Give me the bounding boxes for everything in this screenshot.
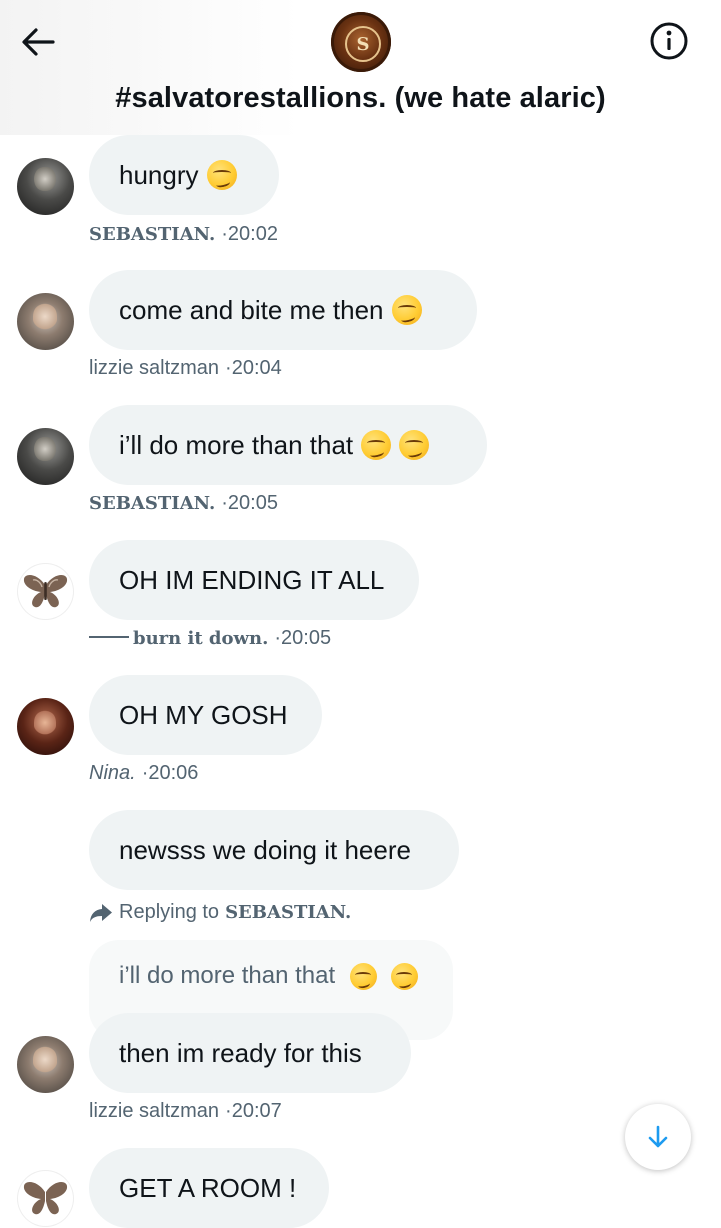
smirk-emoji-icon xyxy=(349,963,377,991)
info-circle-icon xyxy=(650,22,688,60)
scroll-to-bottom-button[interactable] xyxy=(625,1104,691,1170)
message-bubble[interactable]: then im ready for this xyxy=(89,1013,411,1093)
author-name[interactable]: burn it down. xyxy=(133,628,268,649)
author-name[interactable]: lizzie saltzman xyxy=(89,1100,219,1123)
info-button[interactable] xyxy=(648,20,690,62)
reply-arrow-icon xyxy=(90,903,112,922)
message-meta: lizzie saltzman ·20:07 xyxy=(89,1100,282,1123)
group-title: #salvatorestallions. (we hate alaric) xyxy=(115,82,606,114)
message-bubble[interactable]: OH IM ENDING IT ALL xyxy=(89,540,419,620)
smirk-emoji-icon xyxy=(206,160,237,190)
message-time: ·20:04 xyxy=(225,357,282,379)
smirk-emoji-icon xyxy=(361,430,392,460)
message-time: ·20:05 xyxy=(274,627,332,649)
message-text: hungry xyxy=(119,159,199,190)
replying-to-prefix: Replying to xyxy=(119,901,220,923)
avatar-sebastian[interactable] xyxy=(17,428,74,485)
message-text: then im ready for this xyxy=(119,1037,362,1068)
smirk-emoji-icon xyxy=(391,963,419,991)
message-text: newsss we doing it heere xyxy=(119,834,411,865)
message-meta: burn it down. ·20:05 xyxy=(89,627,331,650)
quoted-message-text: i’ll do more than that xyxy=(119,962,336,989)
message-bubble[interactable]: newsss we doing it heere xyxy=(89,810,459,890)
back-button[interactable] xyxy=(18,22,58,62)
message-bubble[interactable]: GET A ROOM ! xyxy=(89,1148,329,1228)
message-text: come and bite me then xyxy=(119,294,384,325)
group-avatar-letter: S xyxy=(345,26,381,62)
group-avatar[interactable]: S xyxy=(331,12,391,72)
message-meta: Nina. ·20:06 xyxy=(89,762,198,785)
moth-icon xyxy=(23,575,68,608)
message-bubble[interactable]: i’ll do more than that xyxy=(89,405,487,485)
message-time: ·20:02 xyxy=(221,223,278,245)
avatar-nina[interactable] xyxy=(17,698,74,755)
message-bubble[interactable]: come and bite me then xyxy=(89,270,477,350)
moth-icon xyxy=(23,1182,68,1215)
avatar-lizzie[interactable] xyxy=(17,1036,74,1093)
avatar-burn-it-down[interactable] xyxy=(17,1170,74,1227)
smirk-emoji-icon xyxy=(399,430,430,460)
avatar-burn-it-down[interactable] xyxy=(17,563,74,620)
author-name[interactable]: lizzie saltzman xyxy=(89,357,219,380)
replying-to-line: Replying to SEBASTIAN. xyxy=(89,901,351,924)
avatar-lizzie[interactable] xyxy=(17,293,74,350)
message-text: OH MY GOSH xyxy=(119,699,288,730)
message-meta: SEBASTIAN. ·20:02 xyxy=(89,223,278,246)
smirk-emoji-icon xyxy=(391,295,422,325)
author-name[interactable]: SEBASTIAN. xyxy=(89,493,215,514)
message-bubble[interactable]: OH MY GOSH xyxy=(89,675,322,755)
message-meta: lizzie saltzman ·20:04 xyxy=(89,357,282,380)
message-meta: SEBASTIAN. ·20:05 xyxy=(89,492,278,515)
message-text: OH IM ENDING IT ALL xyxy=(119,564,385,595)
author-name[interactable]: SEBASTIAN. xyxy=(89,224,215,245)
message-time: ·20:05 xyxy=(221,492,278,514)
message-bubble[interactable]: hungry xyxy=(89,135,279,215)
message-text: GET A ROOM ! xyxy=(119,1172,297,1203)
message-time: ·20:07 xyxy=(225,1100,282,1122)
author-dash-decoration xyxy=(89,636,129,638)
message-time: ·20:06 xyxy=(141,762,199,784)
author-name[interactable]: Nina. xyxy=(89,762,136,785)
arrow-down-icon xyxy=(648,1125,668,1148)
arrow-left-icon xyxy=(22,28,55,56)
replying-to-name[interactable]: SEBASTIAN. xyxy=(225,902,351,923)
message-text: i’ll do more than that xyxy=(119,429,354,460)
avatar-sebastian[interactable] xyxy=(17,158,74,215)
